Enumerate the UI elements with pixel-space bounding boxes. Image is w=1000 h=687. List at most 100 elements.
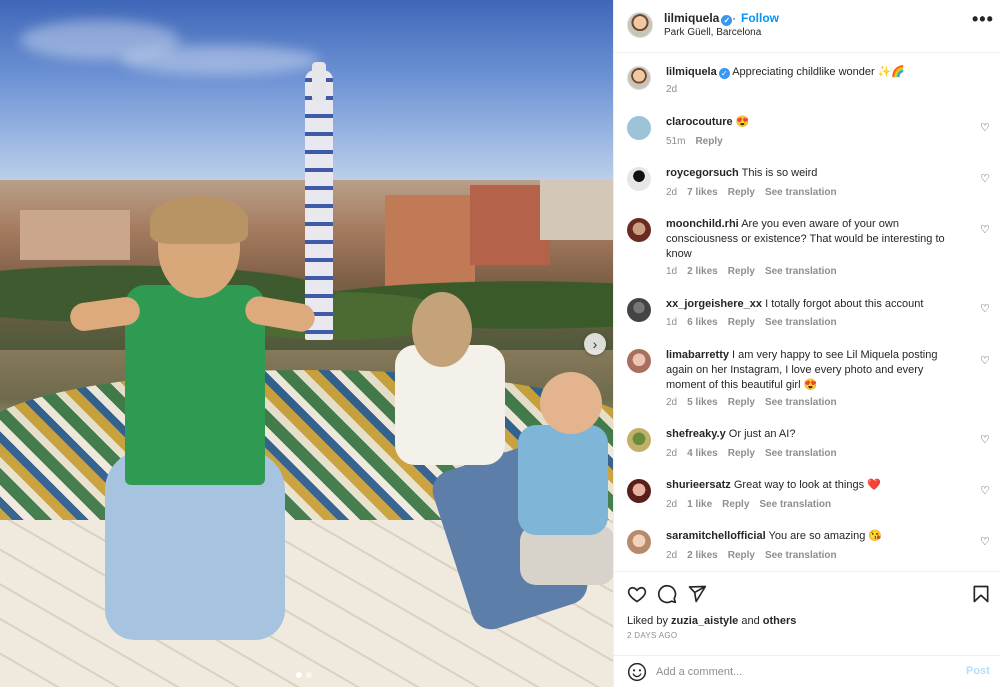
comment-meta: 1d 6 likes Reply See translation: [666, 317, 847, 328]
heart-icon[interactable]: ♡: [980, 354, 990, 367]
see-translation-button[interactable]: See translation: [765, 397, 837, 408]
comment-time[interactable]: 1d: [666, 317, 677, 328]
reply-button[interactable]: Reply: [728, 550, 755, 561]
avatar[interactable]: [627, 530, 651, 554]
heart-icon[interactable]: ♡: [980, 172, 990, 185]
building: [540, 180, 613, 240]
comment-meta: 51m Reply: [666, 136, 733, 147]
comment-username[interactable]: roycegorsuch: [666, 167, 739, 179]
emoji-icon[interactable]: [627, 662, 647, 682]
comment-meta: 1d 2 likes Reply See translation: [666, 266, 847, 277]
see-translation-button[interactable]: See translation: [765, 187, 837, 198]
avatar[interactable]: [627, 116, 651, 140]
comment-likes[interactable]: 5 likes: [687, 397, 718, 408]
see-translation-button[interactable]: See translation: [765, 448, 837, 459]
comment: saramitchellofficial You are so amazing …: [666, 529, 966, 544]
avatar[interactable]: [627, 298, 651, 322]
author-username-text[interactable]: lilmiquela: [664, 11, 719, 25]
avatar[interactable]: [627, 428, 651, 452]
comment-likes[interactable]: 6 likes: [687, 317, 718, 328]
post-time-ago[interactable]: 2 DAYS AGO: [627, 631, 677, 640]
boy-shirt: [518, 425, 608, 535]
comment-likes[interactable]: 2 likes: [687, 550, 718, 561]
bookmark-icon[interactable]: [971, 584, 991, 604]
liked-by: Liked by zuzia_aistyle and others: [627, 615, 796, 627]
post-comment-button[interactable]: Post: [966, 665, 990, 677]
cloud: [120, 45, 320, 75]
chevron-right-icon: ›: [592, 336, 598, 352]
comment-username[interactable]: clarocouture: [666, 116, 733, 128]
comment-meta: 2d 1 like Reply See translation: [666, 499, 841, 510]
follow-button[interactable]: Follow: [741, 11, 779, 25]
verified-badge-icon: ✓: [721, 15, 733, 26]
comment-username[interactable]: moonchild.rhi: [666, 218, 739, 230]
liked-by-user[interactable]: zuzia_aistyle: [671, 615, 738, 627]
comment-username[interactable]: shefreaky.y: [666, 428, 726, 440]
reply-button[interactable]: Reply: [728, 266, 755, 277]
comment-likes[interactable]: 7 likes: [687, 187, 718, 198]
author-username[interactable]: lilmiquela ✓: [664, 11, 733, 26]
heart-icon[interactable]: ♡: [980, 433, 990, 446]
heart-icon[interactable]: ♡: [980, 302, 990, 315]
avatar[interactable]: [627, 167, 651, 191]
reply-button[interactable]: Reply: [728, 397, 755, 408]
comment-text: You are so amazing 😘: [768, 530, 883, 542]
girl-hair: [412, 292, 472, 367]
comment-time[interactable]: 51m: [666, 136, 685, 147]
more-options-button[interactable]: •••: [972, 10, 994, 28]
comment-time[interactable]: 2d: [666, 499, 677, 510]
comment: limabarretty I am very happy to see Lil …: [666, 348, 966, 393]
verified-badge-icon: ✓: [718, 68, 730, 79]
avatar[interactable]: [627, 12, 653, 38]
reply-button[interactable]: Reply: [728, 187, 755, 198]
comment-text: Great way to look at things ❤️: [733, 479, 881, 491]
next-photo-button[interactable]: ›: [584, 333, 606, 355]
comment-username[interactable]: saramitchellofficial: [666, 530, 766, 542]
comment-username[interactable]: limabarretty: [666, 349, 729, 361]
post-photo[interactable]: ›: [0, 0, 613, 687]
liked-by-others[interactable]: others: [763, 615, 797, 627]
comment: clarocouture 😍: [666, 115, 966, 130]
share-paper-plane-icon[interactable]: [687, 584, 707, 604]
reply-button[interactable]: Reply: [695, 136, 722, 147]
comment-meta: 2d 7 likes Reply See translation: [666, 187, 847, 198]
comment-bubble-icon[interactable]: [657, 584, 677, 604]
comment-likes[interactable]: 4 likes: [687, 448, 718, 459]
avatar[interactable]: [627, 66, 651, 90]
see-translation-button[interactable]: See translation: [759, 499, 831, 510]
heart-icon[interactable]: ♡: [980, 484, 990, 497]
comment-username[interactable]: shurieersatz: [666, 479, 731, 491]
comment-time[interactable]: 2d: [666, 550, 677, 561]
like-heart-icon[interactable]: [627, 584, 647, 604]
see-translation-button[interactable]: See translation: [765, 317, 837, 328]
comment-username[interactable]: xx_jorgeishere_xx: [666, 298, 762, 310]
comment-time[interactable]: 2d: [666, 397, 677, 408]
reply-button[interactable]: Reply: [722, 499, 749, 510]
add-comment-input[interactable]: [656, 662, 946, 682]
reply-button[interactable]: Reply: [728, 448, 755, 459]
comment-meta: 2d 4 likes Reply See translation: [666, 448, 847, 459]
see-translation-button[interactable]: See translation: [765, 266, 837, 277]
see-translation-button[interactable]: See translation: [765, 550, 837, 561]
comment-time[interactable]: 2d: [666, 187, 677, 198]
reply-button[interactable]: Reply: [728, 317, 755, 328]
separator-dot: ·: [732, 11, 736, 25]
mosaic-tower: [305, 70, 333, 340]
heart-icon[interactable]: ♡: [980, 223, 990, 236]
comment-time[interactable]: 2d: [666, 448, 677, 459]
comment: roycegorsuch This is so weird: [666, 166, 966, 181]
avatar[interactable]: [627, 349, 651, 373]
heart-icon[interactable]: ♡: [980, 121, 990, 134]
comment-likes[interactable]: 2 likes: [687, 266, 718, 277]
caption-username[interactable]: lilmiquela: [666, 66, 717, 78]
avatar[interactable]: [627, 479, 651, 503]
liked-by-and: and: [741, 615, 760, 627]
comment-time[interactable]: 1d: [666, 266, 677, 277]
comment-likes[interactable]: 1 like: [687, 499, 712, 510]
heart-icon[interactable]: ♡: [980, 535, 990, 548]
avatar[interactable]: [627, 218, 651, 242]
comment: xx_jorgeishere_xx I totally forgot about…: [666, 297, 966, 312]
location-link[interactable]: Park Güell, Barcelona: [664, 27, 761, 38]
caption-time[interactable]: 2d: [666, 84, 677, 95]
comment: moonchild.rhi Are you even aware of your…: [666, 217, 966, 262]
